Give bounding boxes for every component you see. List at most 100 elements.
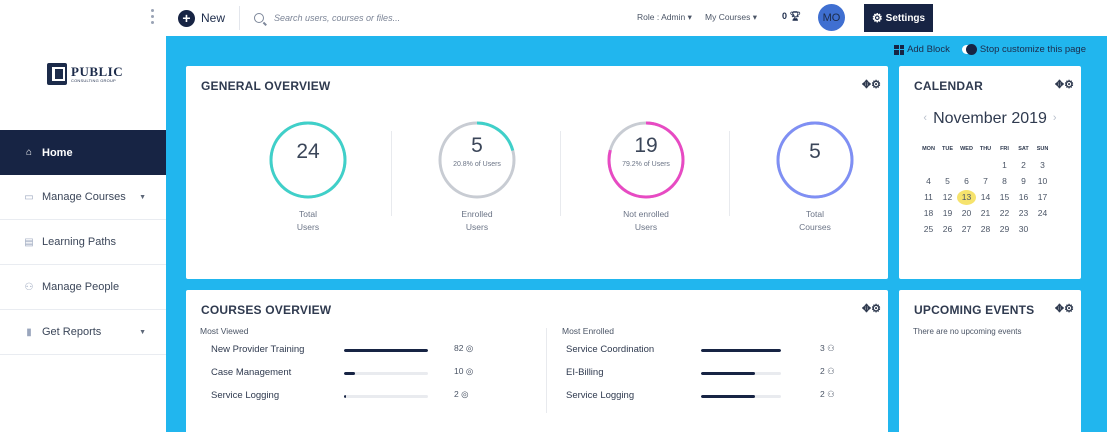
add-block-button[interactable]: Add Block — [907, 44, 950, 55]
customize-toggle[interactable] — [961, 44, 977, 55]
calendar-day[interactable]: 26 — [938, 224, 957, 234]
calendar-day[interactable]: 4 — [919, 176, 938, 186]
calendar-day[interactable]: 23 — [1014, 208, 1033, 218]
calendar-week: 4 5 6 7 8 9 10 — [919, 173, 1052, 189]
calendar-day[interactable]: 6 — [957, 176, 976, 186]
course-name: Case Management — [211, 367, 292, 378]
role-dropdown[interactable]: Role : Admin ▾ — [637, 12, 692, 23]
plus-icon: + — [178, 9, 195, 27]
course-count: 82 ◎ — [454, 343, 473, 354]
stat-value: 24 — [296, 140, 320, 163]
course-row[interactable]: EI-Billing 2 ⚇ — [566, 365, 850, 383]
eye-icon: ◎ — [465, 343, 474, 353]
weekday-label: THU — [979, 146, 992, 152]
role-label: Role : Admin — [637, 12, 686, 22]
card-title: CALENDAR — [914, 79, 983, 93]
calendar-day[interactable]: 9 — [1014, 176, 1033, 186]
course-count: 2 ⚇ — [820, 389, 835, 400]
weekday-label: MON — [922, 146, 935, 152]
kebab-menu-icon[interactable] — [150, 9, 156, 27]
chevron-down-icon: ▼ — [139, 193, 146, 201]
trophy-counter[interactable]: 0 🏆︎ — [782, 11, 801, 22]
stat-block: 24 Total Users — [258, 120, 358, 234]
divider — [239, 6, 241, 30]
card-title: GENERAL OVERVIEW — [201, 79, 331, 93]
search-input[interactable] — [274, 13, 575, 23]
calendar-day[interactable]: 25 — [919, 224, 938, 234]
move-settings-icon[interactable]: ✥⚙ — [1055, 78, 1074, 91]
sidebar-item-home[interactable]: ⌂ Home — [0, 130, 166, 175]
chevron-left-icon[interactable]: ‹ — [923, 112, 927, 124]
sidebar-item-manage-courses[interactable]: ▭ Manage Courses ▼ — [0, 175, 166, 220]
calendar-day[interactable]: 1 — [995, 160, 1014, 170]
calendar-day[interactable]: 21 — [976, 208, 995, 218]
course-row[interactable]: Service Logging 2 ⚇ — [566, 388, 850, 406]
chevron-right-icon[interactable]: › — [1053, 112, 1057, 124]
calendar-day[interactable]: 18 — [919, 208, 938, 218]
chevron-down-icon: ▾ — [687, 12, 692, 22]
calendar-day[interactable]: 16 — [1014, 192, 1033, 202]
stat-label-line1: Enrolled — [461, 209, 493, 219]
calendar-day[interactable]: 11 — [919, 192, 938, 202]
calendar-week: 11 12 13 14 15 16 17 — [919, 189, 1052, 205]
course-name: Service Logging — [566, 390, 635, 401]
grid-icon — [894, 44, 905, 55]
sidebar-item-manage-people[interactable]: ⚇ Manage People — [0, 265, 166, 310]
calendar-day[interactable]: 24 — [1033, 208, 1052, 218]
sidebar-item-label: Home — [42, 146, 73, 159]
count-value: 82 — [454, 343, 464, 353]
avatar[interactable]: MO — [818, 4, 845, 31]
calendar-day[interactable]: 2 — [1014, 160, 1033, 170]
calendar-day[interactable]: 12 — [938, 192, 957, 202]
logo-sub: CONSULTING GROUP — [71, 78, 116, 83]
sidebar-item-learning-paths[interactable]: ▤ Learning Paths — [0, 220, 166, 265]
calendar-day[interactable]: 14 — [976, 192, 995, 202]
stat-label-line2: Courses — [799, 222, 831, 232]
calendar-day[interactable]: 7 — [976, 176, 995, 186]
calendar-day[interactable]: 5 — [938, 176, 957, 186]
calendar-day[interactable]: 15 — [995, 192, 1014, 202]
stat-percent: 79.2% of Users — [622, 161, 670, 168]
course-row[interactable]: Case Management 10 ◎ — [211, 365, 484, 383]
stat-ring: 5 20.8% of Users — [437, 120, 517, 200]
stat-label-line2: Users — [465, 222, 489, 232]
calendar-day[interactable]: 30 — [1014, 224, 1033, 234]
calendar-day[interactable]: 10 — [1033, 176, 1052, 186]
stop-customize-label[interactable]: Stop customize this page — [980, 44, 1086, 55]
calendar-day[interactable]: 8 — [995, 176, 1014, 186]
divider — [546, 328, 547, 413]
calendar-month: November 2019 — [933, 110, 1047, 127]
card-title: COURSES OVERVIEW — [201, 303, 332, 317]
logo[interactable]: PUBLIC CONSULTING GROUP — [47, 63, 123, 85]
divider — [729, 131, 730, 216]
calendar-day[interactable]: 27 — [957, 224, 976, 234]
calendar-day-today[interactable]: 13 — [957, 189, 976, 205]
eye-icon: ◎ — [461, 389, 469, 399]
stat-label: Total Users — [258, 208, 358, 234]
settings-button[interactable]: ⚙ Settings — [864, 4, 933, 32]
calendar-day[interactable]: 28 — [976, 224, 995, 234]
move-settings-icon[interactable]: ✥⚙ — [862, 302, 881, 315]
most-viewed-label: Most Viewed — [200, 326, 249, 336]
calendar-day[interactable]: 3 — [1033, 160, 1052, 170]
calendar-day[interactable]: 19 — [938, 208, 957, 218]
calendar-day[interactable]: 29 — [995, 224, 1014, 234]
course-row[interactable]: New Provider Training 82 ◎ — [211, 342, 484, 360]
move-settings-icon[interactable]: ✥⚙ — [1055, 302, 1074, 315]
logo-mark-icon — [47, 63, 67, 85]
sidebar-item-get-reports[interactable]: ▮ Get Reports ▼ — [0, 310, 166, 355]
calendar-day[interactable]: 20 — [957, 208, 976, 218]
trophy-icon: 🏆︎ — [789, 11, 801, 21]
progress-bar — [701, 372, 781, 375]
sidebar-item-label: Learning Paths — [42, 236, 116, 248]
calendar-day[interactable]: 17 — [1033, 192, 1052, 202]
calendar-day[interactable]: 22 — [995, 208, 1014, 218]
move-settings-icon[interactable]: ✥⚙ — [862, 78, 881, 91]
stat-label-line2: Users — [634, 222, 658, 232]
course-count: 2 ◎ — [454, 389, 469, 400]
new-button[interactable]: + New — [178, 9, 225, 27]
course-row[interactable]: Service Coordination 3 ⚇ — [566, 342, 850, 360]
my-courses-dropdown[interactable]: My Courses ▾ — [705, 12, 757, 23]
course-row[interactable]: Service Logging 2 ◎ — [211, 388, 484, 406]
weekday-label: SUN — [1036, 146, 1049, 152]
